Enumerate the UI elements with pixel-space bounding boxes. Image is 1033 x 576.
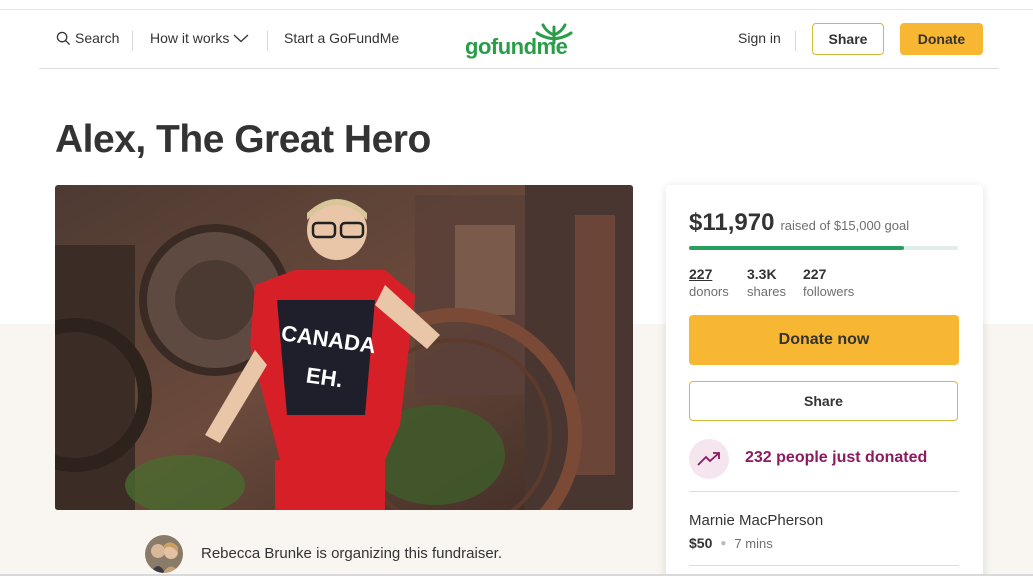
progress-fill: [689, 246, 904, 250]
trending-badge: [689, 439, 729, 479]
followers-stat: 227 followers: [803, 266, 854, 300]
followers-count: 227: [803, 266, 827, 282]
hero-photo: CANADA EH.: [55, 185, 633, 510]
sign-in-link[interactable]: Sign in: [738, 30, 781, 46]
how-it-works-menu[interactable]: How it works: [150, 30, 249, 46]
start-fundraiser-link[interactable]: Start a GoFundMe: [284, 30, 399, 46]
recent-donor-amount: $50: [689, 535, 713, 551]
card-divider: [689, 565, 959, 566]
site-header: Search How it works Start a GoFundMe gof…: [39, 10, 999, 69]
recent-donations-text: 232 people just donated: [745, 449, 928, 466]
header-donate-button[interactable]: Donate: [900, 23, 983, 55]
share-button[interactable]: Share: [689, 381, 958, 421]
sprout-icon: [535, 23, 573, 45]
gofundme-logo[interactable]: gofundme: [465, 23, 575, 59]
chevron-down-icon: [233, 34, 249, 43]
search-icon: [56, 31, 71, 45]
header-share-button[interactable]: Share: [812, 23, 884, 55]
recent-donor-time: 7 mins: [734, 535, 773, 551]
shares-stat: 3.3K shares: [747, 266, 786, 300]
nav-divider: [267, 31, 268, 51]
avatar-photo: [145, 535, 183, 573]
nav-divider: [795, 31, 796, 51]
campaign-title: Alex, The Great Hero: [55, 118, 431, 161]
donate-now-button[interactable]: Donate now: [689, 315, 959, 365]
recent-donor-meta: $50 ● 7 mins: [689, 535, 773, 551]
organizer-avatar[interactable]: [145, 535, 183, 573]
followers-label: followers: [803, 284, 855, 299]
organizer-text: Rebecca Brunke is organizing this fundra…: [201, 545, 502, 562]
trending-up-icon: [697, 452, 720, 466]
search-link[interactable]: Search: [56, 30, 119, 46]
shares-label: shares: [747, 284, 787, 299]
campaign-hero-image[interactable]: CANADA EH.: [55, 185, 633, 510]
donation-card: $11,970 raised of $15,000 goal 227 donor…: [666, 185, 983, 576]
shirt-lettering: EH.: [304, 362, 344, 392]
donors-label: donors: [689, 284, 729, 299]
card-divider: [689, 491, 959, 492]
recent-donor-name: Marnie MacPherson: [689, 512, 824, 529]
how-it-works-label: How it works: [150, 30, 230, 46]
nav-divider: [132, 31, 133, 51]
shares-count: 3.3K: [747, 266, 777, 282]
separator-dot: ●: [720, 537, 727, 549]
raised-amount: $11,970: [689, 209, 775, 236]
donors-stat[interactable]: 227 donors: [689, 266, 729, 300]
start-fundraiser-label: Start a GoFundMe: [284, 30, 400, 46]
raised-goal: raised of $15,000 goal: [780, 218, 910, 233]
donors-count: 227: [689, 266, 713, 282]
progress-bar: [689, 246, 958, 250]
raised-summary: $11,970 raised of $15,000 goal: [689, 209, 909, 237]
search-label: Search: [75, 30, 120, 46]
